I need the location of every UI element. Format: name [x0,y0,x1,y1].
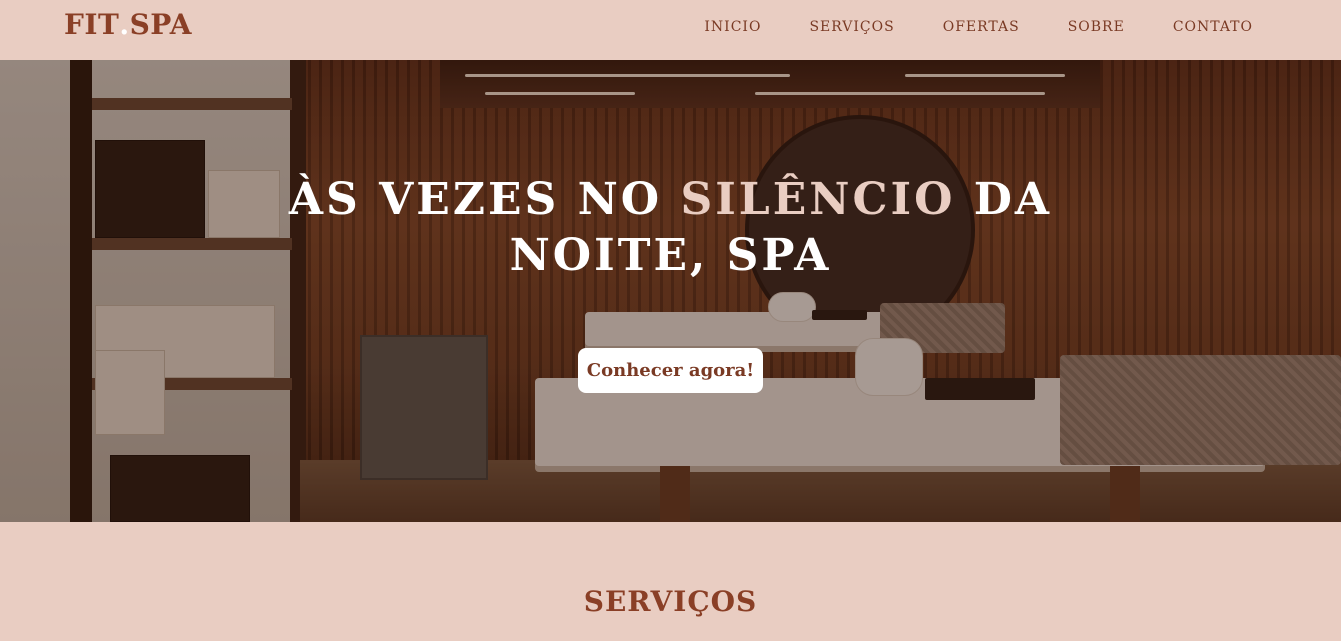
nav-link-sobre[interactable]: SOBRE [1068,19,1125,35]
logo-dot: . [119,8,130,41]
hero-title-line2: NOITE, SPA [509,230,832,281]
hero-overlay [0,60,1341,522]
logo-text-fit: FIT [64,8,120,41]
site-header: FIT. SPA INICIO SERVIÇOS OFERTAS SOBRE CO… [0,0,1341,60]
cta-button[interactable]: Conhecer agora! [578,348,763,393]
hero-title: ÀS VEZES NO SILÊNCIO DA NOITE, SPA [0,172,1341,284]
services-heading: SERVIÇOS [583,585,758,618]
nav-link-contato[interactable]: CONTATO [1173,19,1253,35]
nav-link-inicio[interactable]: INICIO [704,19,761,35]
hero-title-part2: DA [955,174,1053,225]
main-nav: INICIO SERVIÇOS OFERTAS SOBRE CONTATO [704,19,1253,35]
logo-text-spa: SPA [129,8,193,41]
hero-banner: ÀS VEZES NO SILÊNCIO DA NOITE, SPA Conhe… [0,60,1341,522]
nav-link-ofertas[interactable]: OFERTAS [943,19,1020,35]
hero-title-accent: SILÊNCIO [680,174,956,225]
nav-link-servicos[interactable]: SERVIÇOS [809,19,894,35]
site-logo[interactable]: FIT. SPA [64,8,192,41]
hero-title-part1: ÀS VEZES NO [288,174,681,225]
